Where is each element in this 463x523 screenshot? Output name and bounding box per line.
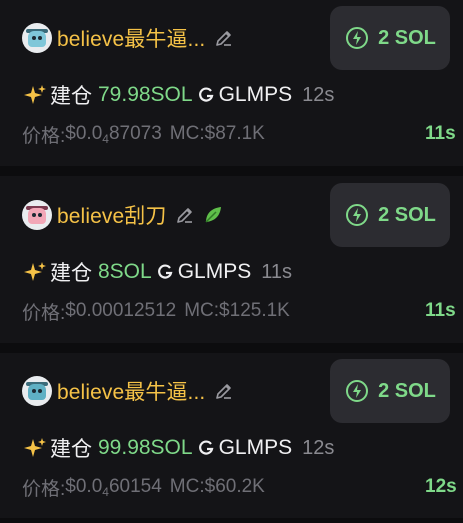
token-g-icon[interactable] [156,262,176,282]
lightning-icon [344,202,370,228]
quick-buy-button[interactable]: 2 SOL [330,359,450,423]
price-prefix: $0.00012512 [65,300,177,321]
trade-action: 建仓 [50,438,92,461]
price-row: 价格: $0.00012512 MC:$125.1K [22,297,290,325]
token-symbol[interactable]: GLMPS [219,83,293,107]
trade-age: 11s [261,260,292,283]
trader-row: believe刮刀 [22,199,224,231]
avatar-icon[interactable] [22,23,52,53]
trade-row: 建仓 79.98SOL GLMPS 12s [22,80,334,110]
sol-amount: 99.98SOL [98,436,193,459]
price-row: 价格: $0.0 4 87073 MC:$87.1K [22,120,265,148]
trade-feed: believe最牛逼... 2 SOL 建仓 79.98SOL GLMPS 12… [0,0,463,523]
quick-buy-amount: 2 SOL [378,203,436,226]
avatar-icon[interactable] [22,376,52,406]
trade-card[interactable]: believe最牛逼... 2 SOL 建仓 79.98SOL GLMPS 12… [0,0,463,166]
price-prefix: $0.0 [65,123,103,144]
trade-action: 建仓 [50,85,92,108]
sol-amount: 8SOL [98,260,152,283]
card-divider [0,343,463,353]
trade-age: 12s [302,83,335,106]
quick-buy-amount: 2 SOL [378,379,436,402]
trade-row: 建仓 99.98SOL GLMPS 12s [22,433,334,463]
price-label: 价格: [22,125,66,147]
sparkle-icon [22,435,48,461]
elapsed-time: 11s [425,300,456,321]
token-symbol[interactable]: GLMPS [178,260,252,284]
price-zero-count: 4 [102,485,109,499]
price-label: 价格: [22,302,66,324]
pencil-icon[interactable] [213,27,235,49]
card-divider [0,166,463,176]
sol-amount: 79.98SOL [98,83,193,106]
price-digits: 60154 [108,476,162,497]
token-g-icon[interactable] [197,85,217,105]
elapsed-time: 12s [425,476,457,497]
quick-buy-button[interactable]: 2 SOL [330,183,450,247]
market-cap: MC:$87.1K [169,123,265,144]
pencil-icon[interactable] [213,380,235,402]
market-cap: MC:$125.1K [184,300,290,321]
token-g-icon[interactable] [197,438,217,458]
pencil-icon[interactable] [174,204,196,226]
trade-card[interactable]: believe最牛逼... 2 SOL 建仓 99.98SOL GLMPS 12… [0,353,463,519]
trader-row: believe最牛逼... [22,375,235,407]
trader-name[interactable]: believe最牛逼... [57,23,205,53]
token-symbol[interactable]: GLMPS [219,436,293,460]
market-cap: MC:$60.2K [169,476,265,497]
trade-age: 12s [302,436,335,459]
price-row: 价格: $0.0 4 60154 MC:$60.2K [22,473,265,501]
elapsed-time: 11s [425,123,456,144]
leaf-icon [202,204,224,226]
price-label: 价格: [22,478,66,500]
trader-row: believe最牛逼... [22,22,235,54]
trade-action: 建仓 [50,262,92,285]
price-zero-count: 4 [102,132,109,146]
lightning-icon [344,25,370,51]
trader-name[interactable]: believe最牛逼... [57,376,205,406]
avatar-icon[interactable] [22,200,52,230]
price-digits: 87073 [108,123,162,144]
trader-name[interactable]: believe刮刀 [57,200,166,230]
card-divider [0,518,463,523]
price-prefix: $0.0 [65,476,103,497]
trade-card[interactable]: believe刮刀 2 SOL 建仓 8SOL GLMPS 11s 价格: $0… [0,177,463,343]
trade-row: 建仓 8SOL GLMPS 11s [22,257,292,287]
lightning-icon [344,378,370,404]
quick-buy-amount: 2 SOL [378,26,436,49]
quick-buy-button[interactable]: 2 SOL [330,6,450,70]
sparkle-icon [22,82,48,108]
sparkle-icon [22,259,48,285]
